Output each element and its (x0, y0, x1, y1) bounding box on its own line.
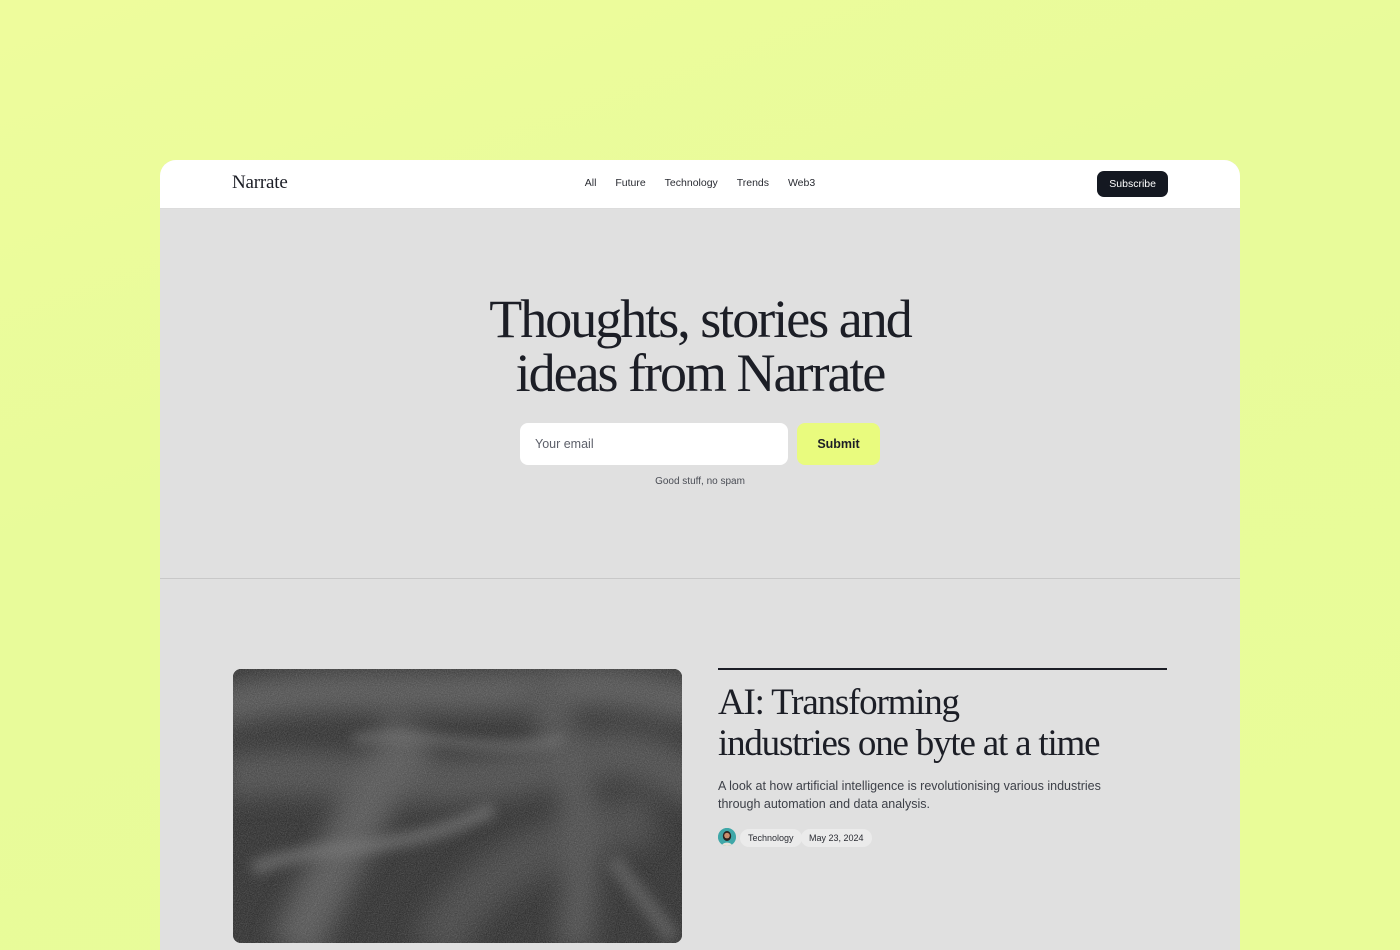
submit-button[interactable]: Submit (797, 423, 880, 465)
featured-post-title[interactable]: AI: Transforming industries one byte at … (718, 682, 1158, 764)
email-input[interactable] (520, 423, 788, 465)
post-top-rule (718, 668, 1167, 670)
author-avatar[interactable] (718, 828, 736, 846)
date-tag: May 23, 2024 (801, 829, 872, 847)
hero-note: Good stuff, no spam (655, 476, 745, 487)
category-tag[interactable]: Technology (740, 829, 802, 847)
person-icon (718, 828, 736, 846)
top-navbar: Narrate All Future Technology Trends Web… (160, 160, 1240, 209)
featured-post-image[interactable] (233, 669, 682, 943)
site-frame: Narrate All Future Technology Trends Web… (160, 160, 1240, 950)
nav-item-future[interactable]: Future (615, 177, 645, 189)
hero-title-line-1: Thoughts, stories and (489, 289, 912, 349)
hero-title: Thoughts, stories and ideas from Narrate (160, 292, 1240, 400)
post-title-line-1: AI: Transforming (718, 682, 960, 723)
chalk-texture-image (233, 669, 682, 943)
nav-item-trends[interactable]: Trends (737, 177, 769, 189)
subscribe-button[interactable]: Subscribe (1097, 171, 1168, 197)
nav-item-technology[interactable]: Technology (665, 177, 718, 189)
section-divider (160, 578, 1240, 579)
featured-post-excerpt: A look at how artificial intelligence is… (718, 779, 1101, 811)
nav-item-all[interactable]: All (585, 177, 597, 189)
post-title-line-2: industries one byte at a time (718, 723, 1101, 764)
hero-title-line-2: ideas from Narrate (515, 343, 887, 403)
nav-links: All Future Technology Trends Web3 (160, 177, 1240, 189)
nav-item-web3[interactable]: Web3 (788, 177, 815, 189)
